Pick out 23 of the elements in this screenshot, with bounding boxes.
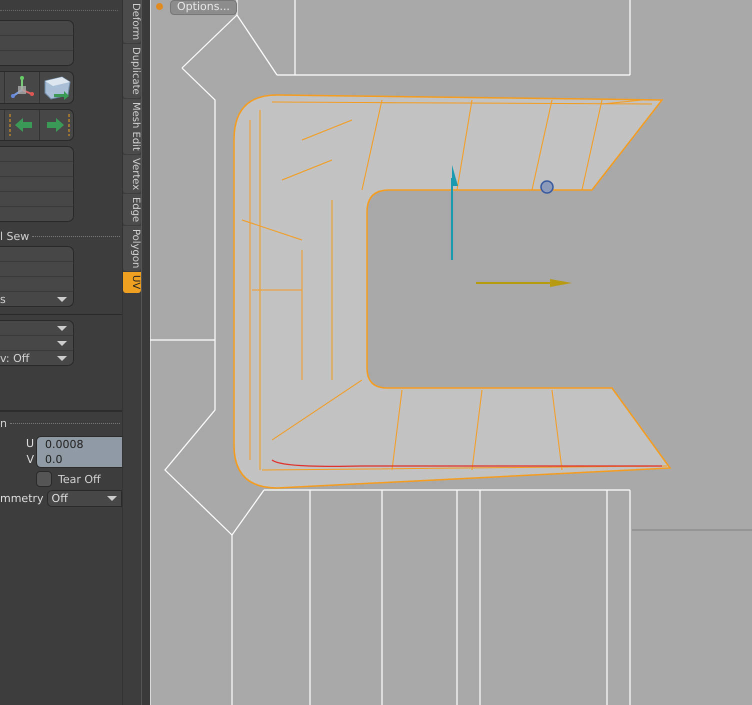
axes-icon[interactable]: [9, 74, 36, 100]
side-tab[interactable]: UV: [123, 272, 141, 292]
section-label: n: [0, 416, 7, 430]
side-tab[interactable]: Vertex: [123, 154, 141, 193]
side-tab[interactable]: Deform: [123, 0, 141, 44]
u-label: U: [24, 436, 34, 452]
symmetry-label: mmetry: [0, 491, 44, 506]
dropdown-value[interactable]: v: Off: [0, 352, 30, 364]
side-tab[interactable]: Mesh Edit: [123, 98, 141, 154]
caret-icon: [57, 296, 67, 302]
status-dot-icon: [156, 3, 163, 10]
pivot-icon[interactable]: [540, 180, 554, 194]
section-label: l Sew: [0, 230, 30, 242]
side-tab[interactable]: Duplicate: [123, 44, 141, 98]
uv-offset-field[interactable]: 0.0008 0.0: [36, 436, 125, 468]
symmetry-dropdown[interactable]: Off: [46, 490, 122, 507]
list-row-text: s: [0, 292, 6, 306]
tear-off-checkbox[interactable]: [36, 471, 52, 487]
side-tab[interactable]: Edge: [123, 194, 141, 226]
side-tab[interactable]: Polygon: [123, 226, 141, 272]
checkbox-label: Tear Off: [58, 472, 101, 486]
cube-icon[interactable]: [42, 74, 72, 100]
v-label: V: [25, 452, 34, 468]
